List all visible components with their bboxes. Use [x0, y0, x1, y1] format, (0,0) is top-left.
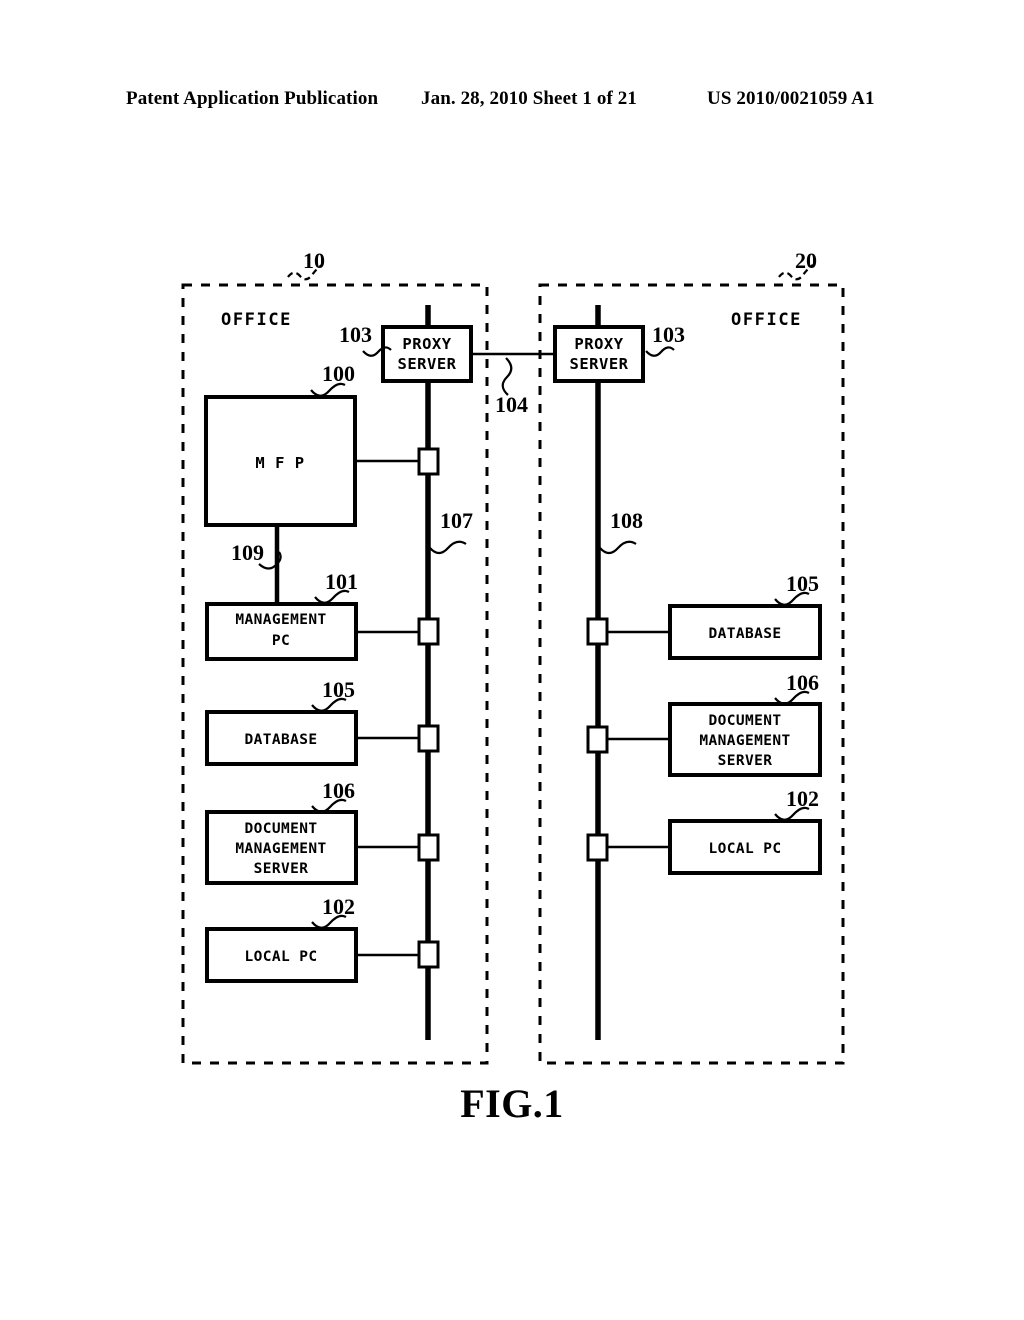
proxy-server-left-label-line2: SERVER	[398, 355, 457, 373]
local-pc-right-label: LOCAL PC	[708, 841, 781, 857]
proxy-server-left-label-line1: PROXY	[402, 335, 451, 353]
bus-connector-doc-mgmt-right	[586, 725, 609, 754]
ref-108-leader	[599, 540, 637, 555]
management-pc-label-line2: PC	[272, 633, 290, 649]
ref-107-number: 107	[440, 508, 473, 533]
ref-109-number: 109	[231, 540, 264, 565]
doc-mgmt-server-left-label-line2: MANAGEMENT	[235, 841, 326, 857]
database-left-label: DATABASE	[244, 732, 317, 748]
doc-mgmt-server-right-label-line3: SERVER	[718, 753, 773, 769]
office-10-label: OFFICE	[221, 310, 292, 330]
ref-10-number: 10	[303, 248, 325, 273]
management-pc-label-line1: MANAGEMENT	[235, 612, 326, 628]
ref-101-number: 101	[325, 569, 358, 594]
bus-connector-mfp	[417, 447, 440, 476]
ref-105-right-number: 105	[786, 571, 819, 596]
doc-mgmt-server-right-label-line1: DOCUMENT	[708, 713, 781, 729]
doc-mgmt-server-left-label-line1: DOCUMENT	[244, 821, 317, 837]
ref-100-number: 100	[322, 361, 355, 386]
bus-connector-management-pc	[417, 617, 440, 646]
proxy-server-right-label-line2: SERVER	[570, 355, 629, 373]
mfp-label: M F P	[255, 454, 304, 472]
database-right-label: DATABASE	[708, 626, 781, 642]
bus-connector-local-pc-left	[417, 940, 440, 969]
proxy-server-right-label-line1: PROXY	[574, 335, 623, 353]
ref-102-left-number: 102	[322, 894, 355, 919]
ref-20-number: 20	[795, 248, 817, 273]
ref-103-left-number: 103	[339, 322, 372, 347]
figure-caption: FIG.1	[460, 1081, 564, 1126]
local-pc-left-label: LOCAL PC	[244, 949, 317, 965]
bus-connector-database-left	[417, 724, 440, 753]
ref-105-left-number: 105	[322, 677, 355, 702]
doc-mgmt-server-right-label-line2: MANAGEMENT	[699, 733, 790, 749]
ref-103-right-number: 103	[652, 322, 685, 347]
office-20-label: OFFICE	[731, 310, 802, 330]
ref-108-number: 108	[610, 508, 643, 533]
bus-connector-database-right	[586, 617, 609, 646]
ref-104-leader	[501, 357, 513, 396]
bus-connector-doc-mgmt-left	[417, 833, 440, 862]
ref-102-right-number: 102	[786, 786, 819, 811]
ref-107-leader	[429, 540, 467, 555]
ref-106-left-number: 106	[322, 778, 355, 803]
patent-figure-page: Patent Application Publication Jan. 28, …	[0, 0, 1024, 1320]
doc-mgmt-server-left-label-line3: SERVER	[254, 861, 309, 877]
ref-104-number: 104	[495, 392, 528, 417]
ref-103-right-leader	[645, 346, 675, 357]
bus-connector-local-pc-right	[586, 833, 609, 862]
ref-106-right-number: 106	[786, 670, 819, 695]
